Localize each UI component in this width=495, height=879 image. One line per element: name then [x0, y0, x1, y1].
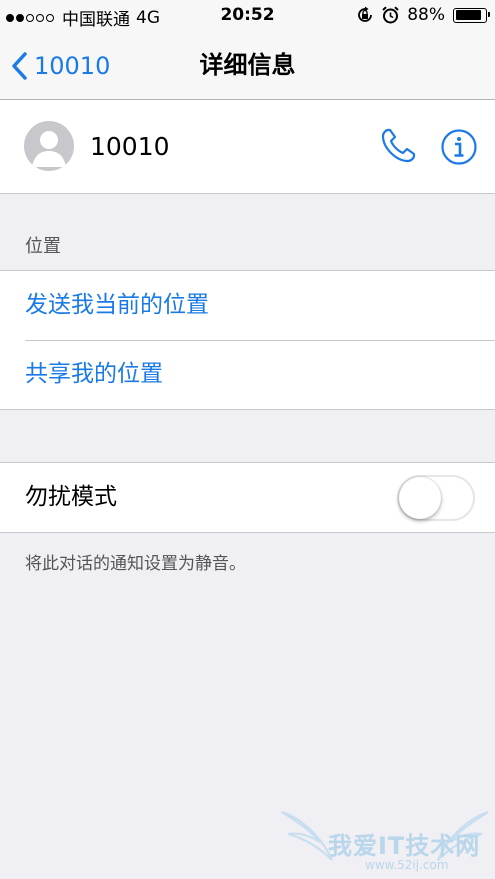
do-not-disturb-label: 勿扰模式 — [25, 484, 117, 510]
battery-icon — [453, 7, 490, 23]
status-right: 88% — [356, 5, 490, 25]
do-not-disturb-toggle[interactable] — [397, 475, 475, 521]
rotation-lock-icon — [358, 6, 373, 22]
battery-percent: 88% — [407, 5, 445, 25]
watermark-url: www.52ij.com — [365, 858, 449, 872]
location-group: 发送我当前的位置 共享我的位置 — [0, 270, 495, 410]
status-bar: 中国联通 4G 20:52 88% — [0, 0, 495, 32]
do-not-disturb-group: 勿扰模式 — [0, 462, 495, 533]
do-not-disturb-row: 勿扰模式 — [0, 463, 495, 532]
phone-icon — [381, 128, 416, 163]
contact-row: 10010 — [0, 100, 495, 194]
watermark-text: 我爱IT技术网 — [328, 832, 481, 860]
watermark: 我爱IT技术网 www.52ij.com — [280, 808, 490, 874]
alarm-icon — [382, 6, 399, 24]
location-section-header: 位置 — [25, 236, 61, 257]
info-icon — [441, 129, 477, 165]
share-location-button[interactable]: 共享我的位置 — [0, 340, 495, 409]
toggle-knob — [399, 477, 441, 519]
avatar — [24, 121, 74, 171]
do-not-disturb-note: 将此对话的通知设置为静音。 — [25, 554, 246, 574]
contact-name: 10010 — [90, 132, 170, 161]
info-button[interactable] — [440, 128, 478, 170]
navigation-bar: 10010 详细信息 — [0, 32, 495, 100]
send-current-location-button[interactable]: 发送我当前的位置 — [0, 271, 495, 340]
person-silhouette-icon — [32, 131, 66, 167]
call-button[interactable] — [379, 127, 417, 169]
page-title: 详细信息 — [199, 51, 296, 79]
